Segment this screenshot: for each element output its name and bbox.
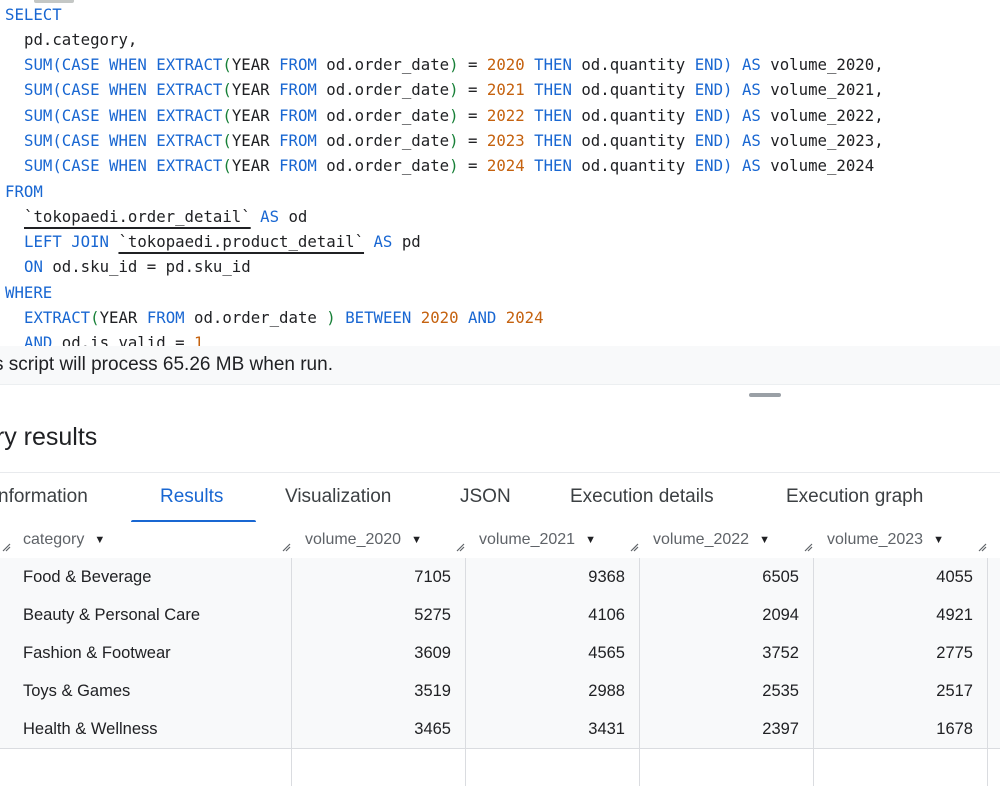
tab-execution-details[interactable]: Execution details	[570, 486, 714, 508]
table-reference-product-detail[interactable]: `tokopaedi.product_detail`	[118, 232, 364, 251]
volume-cell: 2094	[762, 606, 799, 624]
code-line-on: ON od.sku_id = pd.sku_id	[24, 257, 251, 276]
tab-visualization[interactable]: Visualization	[285, 486, 391, 508]
code-line-from: FROM	[5, 182, 43, 201]
category-cell: Fashion & Footwear	[23, 644, 171, 662]
code-line-category: pd.category,	[24, 30, 138, 49]
column-divider	[987, 558, 988, 786]
column-divider	[465, 558, 466, 786]
volume-cell: 5275	[414, 606, 451, 624]
sort-caret-icon[interactable]: ▼	[759, 522, 770, 558]
volume-cell: 1678	[936, 720, 973, 738]
bytes-processed-message: s script will process 65.26 MB when run.	[0, 354, 333, 375]
code-line-sum-2022: SUM(CASE WHEN EXTRACT(YEAR FROM od.order…	[24, 106, 884, 125]
column-header-volume-2022[interactable]: volume_2022 ▼	[653, 522, 770, 558]
volume-cell: 2517	[936, 682, 973, 700]
table-row[interactable]: Health & Wellness 3465 3431 2397 1678	[0, 710, 1000, 749]
column-divider	[291, 558, 292, 786]
category-cell: Toys & Games	[23, 682, 131, 700]
table-row[interactable]: Food & Beverage 7105 9368 6505 4055	[0, 558, 1000, 597]
drag-handle-icon[interactable]	[749, 393, 781, 397]
tab-json[interactable]: JSON	[460, 486, 511, 508]
volume-cell: 4921	[936, 606, 973, 624]
volume-cell: 4565	[588, 644, 625, 662]
category-cell: Beauty & Personal Care	[23, 606, 201, 624]
volume-cell: 3752	[762, 644, 799, 662]
table-row[interactable]: Toys & Games 3519 2988 2535 2517	[0, 672, 1000, 711]
volume-cell: 3465	[414, 720, 451, 738]
query-results-title: ery results	[0, 423, 98, 451]
code-line-left-join: LEFT JOIN `tokopaedi.product_detail` AS …	[24, 232, 421, 251]
column-header-category[interactable]: category ▼	[23, 522, 105, 558]
column-resize-icon[interactable]	[804, 543, 813, 552]
column-resize-icon[interactable]	[978, 543, 987, 552]
column-header-volume-2023[interactable]: volume_2023 ▼	[827, 522, 944, 558]
query-validator-bar: s script will process 65.26 MB when run.	[0, 346, 1000, 385]
column-resize-icon[interactable]	[2, 543, 11, 552]
volume-cell: 4055	[936, 568, 973, 586]
volume-cell: 4106	[588, 606, 625, 624]
sort-caret-icon[interactable]: ▼	[585, 522, 596, 558]
code-line-between: EXTRACT(YEAR FROM od.order_date ) BETWEE…	[24, 308, 544, 327]
sort-caret-icon[interactable]: ▼	[411, 522, 422, 558]
volume-cell: 7105	[414, 568, 451, 586]
tab-results[interactable]: Results	[160, 486, 223, 508]
code-line-is-valid: AND od.is_valid = 1	[24, 333, 204, 346]
volume-cell: 3431	[588, 720, 625, 738]
sort-caret-icon[interactable]: ▼	[94, 522, 105, 558]
code-line-sum-2024: SUM(CASE WHEN EXTRACT(YEAR FROM od.order…	[24, 156, 875, 175]
category-cell: Food & Beverage	[23, 568, 152, 586]
volume-cell: 9368	[588, 568, 625, 586]
tab-job-information[interactable]: nformation	[0, 486, 88, 508]
volume-cell: 2775	[936, 644, 973, 662]
results-tabs: nformation Results Visualization JSON Ex…	[0, 472, 1000, 524]
code-line-sum-2021: SUM(CASE WHEN EXTRACT(YEAR FROM od.order…	[24, 80, 884, 99]
table-row[interactable]: Beauty & Personal Care 5275 4106 2094 4921	[0, 596, 1000, 635]
code-line-sum-2020: SUM(CASE WHEN EXTRACT(YEAR FROM od.order…	[24, 55, 884, 74]
volume-cell: 2535	[762, 682, 799, 700]
sort-caret-icon[interactable]: ▼	[933, 522, 944, 558]
code-line-where: WHERE	[5, 283, 53, 302]
column-resize-icon[interactable]	[630, 543, 639, 552]
code-line-select: SELECT	[5, 5, 62, 24]
tab-execution-graph[interactable]: Execution graph	[786, 486, 923, 508]
column-header-volume-2020[interactable]: volume_2020 ▼	[305, 522, 422, 558]
volume-cell: 2988	[588, 682, 625, 700]
column-resize-icon[interactable]	[282, 543, 291, 552]
volume-cell: 2397	[762, 720, 799, 738]
column-resize-icon[interactable]	[456, 543, 465, 552]
code-line-table1: `tokopaedi.order_detail` AS od	[24, 207, 308, 226]
category-cell: Health & Wellness	[23, 720, 158, 738]
sql-editor[interactable]: SELECT pd.category, SUM(CASE WHEN EXTRAC…	[0, 0, 1000, 346]
volume-cell: 3609	[414, 644, 451, 662]
table-reference-order-detail[interactable]: `tokopaedi.order_detail`	[24, 207, 251, 226]
column-divider	[639, 558, 640, 786]
column-header-volume-2021[interactable]: volume_2021 ▼	[479, 522, 596, 558]
table-row[interactable]: Fashion & Footwear 3609 4565 3752 2775	[0, 634, 1000, 673]
code-line-sum-2023: SUM(CASE WHEN EXTRACT(YEAR FROM od.order…	[24, 131, 884, 150]
volume-cell: 3519	[414, 682, 451, 700]
column-divider	[813, 558, 814, 786]
table-header: category ▼ volume_2020 ▼ volume_2021 ▼ volu…	[0, 522, 1000, 559]
volume-cell: 6505	[762, 568, 799, 586]
